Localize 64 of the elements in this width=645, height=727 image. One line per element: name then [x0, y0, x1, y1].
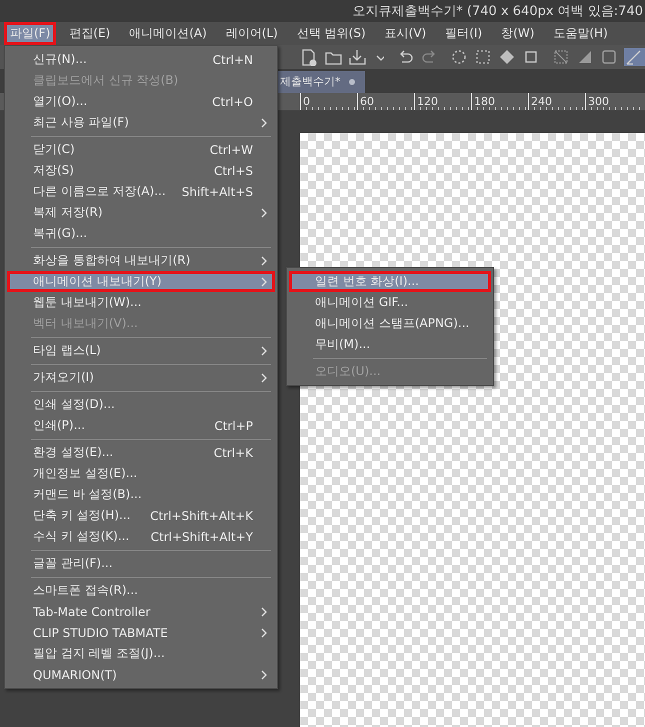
ruler-label: 240	[528, 93, 585, 110]
menu-item[interactable]: 개인정보 설정(E)...	[7, 463, 275, 484]
chevron-right-icon[interactable]	[261, 628, 267, 638]
menu-item[interactable]: Tab-Mate Controller	[7, 601, 275, 622]
diagonal-square-icon[interactable]	[552, 48, 570, 66]
close-icon[interactable]	[348, 78, 354, 84]
chevron-right-icon[interactable]	[261, 670, 267, 680]
menu-item[interactable]: 웹툰 내보내기(W)...	[7, 292, 275, 313]
menu-item[interactable]: 애니메이션 스탬프(APNG)...	[289, 313, 491, 334]
chevron-right-icon[interactable]	[261, 256, 267, 266]
chevron-right-icon[interactable]	[261, 208, 267, 218]
menu-title[interactable]: 레이어(L)	[220, 22, 284, 45]
window-title: 오지큐제출백수기* (740 x 640px 여백 있음:740	[352, 3, 643, 20]
menu-title[interactable]: 파일(F)	[4, 22, 56, 45]
new-file-icon[interactable]	[300, 48, 318, 66]
fill-diamond-icon[interactable]	[498, 48, 516, 66]
dotted-circle-icon[interactable]	[450, 48, 468, 66]
menu-item[interactable]: 스마트폰 접속(R)...	[7, 580, 275, 601]
menu-item[interactable]: 최근 사용 파일(F)	[7, 112, 275, 133]
menu-title[interactable]: 애니메이션(A)	[123, 22, 213, 45]
menu-item[interactable]: 무비(M)...	[289, 334, 491, 355]
ruler-label: 120	[414, 93, 471, 110]
dotted-square-icon[interactable]	[474, 48, 492, 66]
menu-item[interactable]: 복귀(G)...	[7, 223, 275, 244]
ruler-label: 180	[471, 93, 528, 110]
menu-item[interactable]: 인쇄 설정(D)...	[7, 394, 275, 415]
document-tab[interactable]: 제출백수기*	[276, 71, 364, 93]
menu-item[interactable]: 열기(O)... Ctrl+O	[7, 91, 275, 112]
menu-title[interactable]: 표시(V)	[378, 22, 432, 45]
menu-item[interactable]: CLIP STUDIO TABMATE	[7, 622, 275, 643]
menu-item[interactable]: 애니메이션 내보내기(Y)	[7, 271, 275, 292]
ruler-tool-icon[interactable]	[624, 48, 645, 66]
chevron-right-icon[interactable]	[261, 346, 267, 356]
menu-item[interactable]: 닫기(C) Ctrl+W	[7, 139, 275, 160]
tray-icon[interactable]	[348, 48, 366, 66]
menu-item[interactable]: 일련 번호 화상(I)...	[289, 271, 491, 292]
menu-title[interactable]: 편집(E)	[63, 22, 116, 45]
menu-item[interactable]: 타임 랩스(L)	[7, 340, 275, 361]
menu-item[interactable]: 저장(S) Ctrl+S	[7, 160, 275, 181]
ruler-label: 0	[300, 93, 357, 110]
chevron-right-icon[interactable]	[261, 372, 267, 382]
square-icon[interactable]	[600, 48, 618, 66]
menu-item[interactable]: 글꼴 관리(F)...	[7, 553, 275, 574]
ruler-label: 300	[585, 93, 642, 110]
menu-item[interactable]: 복제 저장(R)	[7, 202, 275, 223]
menu-title[interactable]: 필터(I)	[439, 22, 488, 45]
menu-item[interactable]: 인쇄(P)... Ctrl+P	[7, 415, 275, 436]
ruler-label: 60	[357, 93, 414, 110]
menu-item[interactable]: QUMARION(T)	[7, 664, 275, 685]
menu-item[interactable]: 수식 키 설정(K)... Ctrl+Shift+Alt+Y	[7, 526, 275, 547]
menu-title[interactable]: 도움말(H)	[547, 22, 614, 45]
menu-title[interactable]: 선택 범위(S)	[290, 22, 372, 45]
chevron-right-icon[interactable]	[261, 276, 267, 286]
menu-item[interactable]: 커맨드 바 설정(B)...	[7, 484, 275, 505]
menu-item[interactable]: 애니메이션 GIF...	[289, 292, 491, 313]
menu-item[interactable]: 화상을 통합하여 내보내기(R)	[7, 250, 275, 271]
menu-title[interactable]: 창(W)	[495, 22, 540, 45]
chevron-right-icon[interactable]	[261, 118, 267, 128]
chevron-right-icon[interactable]	[261, 606, 267, 616]
menu-item[interactable]: 환경 설정(E)... Ctrl+K	[7, 442, 275, 463]
menu-item[interactable]: 가져오기(I)	[7, 367, 275, 388]
menu-item[interactable]: 필압 검지 레벨 조절(J)...	[7, 643, 275, 664]
menu-item[interactable]: 단축 키 설정(H)... Ctrl+Shift+Alt+K	[7, 505, 275, 526]
menu-item[interactable]: 다른 이름으로 저장(A)... Shift+Alt+S	[7, 181, 275, 202]
